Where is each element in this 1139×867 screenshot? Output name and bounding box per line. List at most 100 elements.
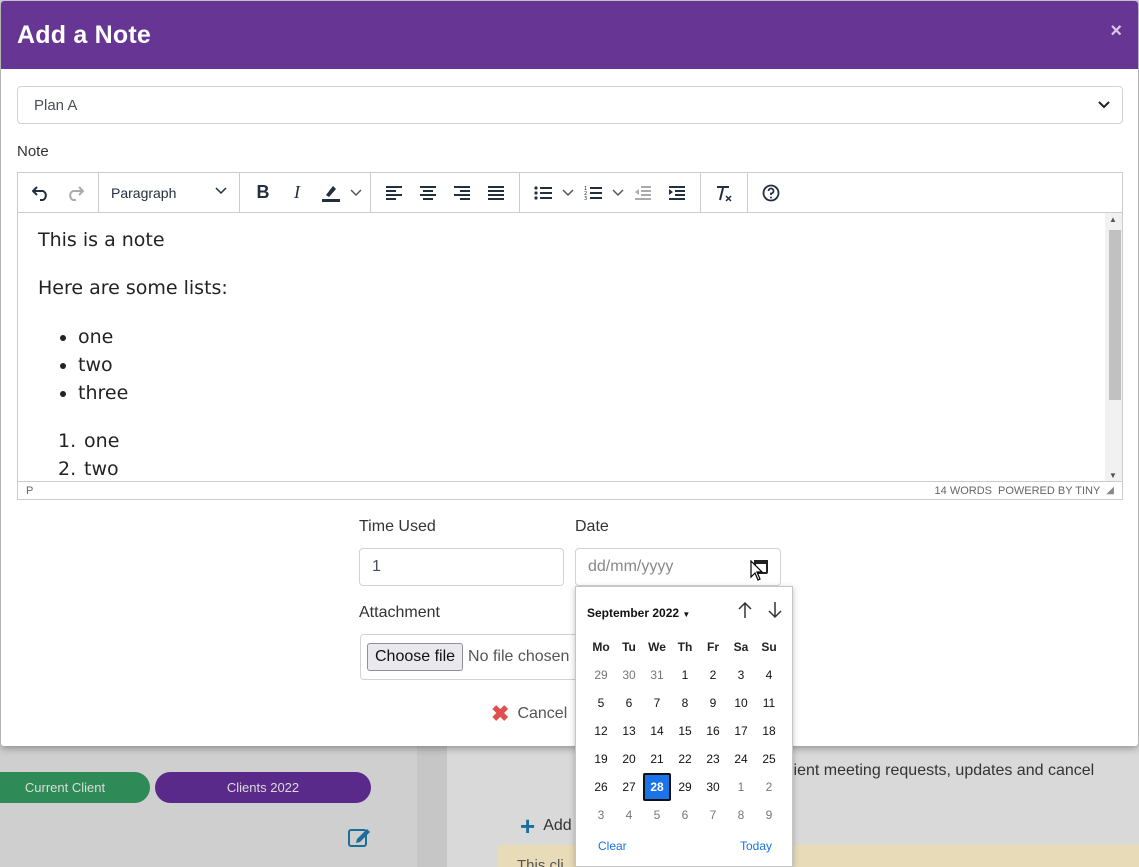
clear-button[interactable]: Clear bbox=[598, 839, 627, 853]
help-icon[interactable] bbox=[754, 177, 788, 209]
rich-text-editor[interactable]: Paragraph B I 1 2 3 This is a note Here … bbox=[17, 172, 1123, 500]
clients-2022-pill[interactable]: Clients 2022 bbox=[155, 772, 371, 803]
resize-handle-icon[interactable]: ◢ bbox=[1106, 485, 1114, 496]
scroll-up-icon[interactable]: ▲ bbox=[1109, 215, 1117, 224]
alignment-group bbox=[371, 172, 520, 213]
calendar-grid: Mo Tu We Th Fr Sa Su 29 30 31 1 2 3 4 5 6 7 8 9 10 11 12 13 14 1… bbox=[587, 633, 783, 829]
attachment-label: Attachment bbox=[359, 604, 440, 621]
bold-icon[interactable]: B bbox=[246, 177, 280, 209]
list-number: 1. bbox=[58, 430, 77, 452]
calendar-day[interactable]: 4 bbox=[615, 801, 643, 829]
choose-file-button[interactable]: Choose file bbox=[367, 643, 464, 671]
calendar-day[interactable]: 14 bbox=[643, 717, 671, 745]
calendar-day[interactable]: 10 bbox=[727, 689, 755, 717]
calendar-day[interactable]: 5 bbox=[587, 689, 615, 717]
redo-icon[interactable] bbox=[58, 177, 92, 209]
calendar-day[interactable]: 16 bbox=[699, 717, 727, 745]
editor-content[interactable]: This is a note Here are some lists: one … bbox=[18, 213, 1106, 482]
calendar-day[interactable]: 3 bbox=[587, 801, 615, 829]
date-placeholder: dd/mm/yyyy bbox=[588, 558, 674, 575]
weekday-header: Th bbox=[677, 640, 693, 654]
numbered-list-icon[interactable]: 123 bbox=[576, 177, 610, 209]
chevron-down-icon[interactable] bbox=[348, 177, 364, 209]
align-left-icon[interactable] bbox=[377, 177, 411, 209]
italic-icon[interactable]: I bbox=[280, 177, 314, 209]
calendar-day[interactable]: 13 bbox=[615, 717, 643, 745]
calendar-day[interactable]: 8 bbox=[727, 801, 755, 829]
arrow-up-icon[interactable] bbox=[737, 601, 753, 624]
outdent-icon[interactable] bbox=[626, 177, 660, 209]
today-button[interactable]: Today bbox=[740, 839, 772, 853]
arrow-down-icon[interactable] bbox=[767, 601, 783, 624]
scrollbar-thumb[interactable] bbox=[1109, 230, 1121, 400]
current-client-pill[interactable]: Current Client bbox=[0, 772, 150, 803]
calendar-day[interactable]: 29 bbox=[671, 773, 699, 801]
calendar-day[interactable]: 18 bbox=[755, 717, 783, 745]
calendar-day[interactable]: 23 bbox=[699, 745, 727, 773]
calendar-day[interactable]: 15 bbox=[671, 717, 699, 745]
time-used-input[interactable]: 1 bbox=[359, 548, 564, 586]
calendar-day[interactable]: 25 bbox=[755, 745, 783, 773]
calendar-day[interactable]: 7 bbox=[699, 801, 727, 829]
align-right-icon[interactable] bbox=[445, 177, 479, 209]
attachment-file-input[interactable]: Choose file No file chosen bbox=[360, 634, 590, 680]
calendar-day[interactable]: 30 bbox=[699, 773, 727, 801]
calendar-day[interactable]: 30 bbox=[615, 661, 643, 689]
plan-select-value: Plan A bbox=[34, 96, 78, 114]
calendar-day[interactable]: 9 bbox=[699, 689, 727, 717]
calendar-day[interactable]: 2 bbox=[699, 661, 727, 689]
calendar-day[interactable]: 19 bbox=[587, 745, 615, 773]
calendar-day[interactable]: 2 bbox=[755, 773, 783, 801]
calendar-day[interactable]: 8 bbox=[671, 689, 699, 717]
background-add-button[interactable]: + Add bbox=[520, 813, 572, 839]
calendar-day[interactable]: 11 bbox=[755, 689, 783, 717]
list-item: 1. one bbox=[58, 427, 1086, 455]
block-format-select[interactable]: Paragraph bbox=[105, 177, 233, 209]
calendar-day[interactable]: 31 bbox=[643, 661, 671, 689]
clear-format-group bbox=[701, 172, 748, 213]
date-label: Date bbox=[575, 518, 609, 535]
bullet-list-icon[interactable] bbox=[526, 177, 560, 209]
calendar-day[interactable]: 17 bbox=[727, 717, 755, 745]
highlight-icon[interactable] bbox=[314, 177, 348, 209]
powered-by-link[interactable]: POWERED BY TINY bbox=[998, 485, 1100, 497]
calendar-day[interactable]: 6 bbox=[615, 689, 643, 717]
align-justify-icon[interactable] bbox=[479, 177, 513, 209]
calendar-day[interactable]: 5 bbox=[643, 801, 671, 829]
calendar-day[interactable]: 9 bbox=[755, 801, 783, 829]
undo-icon[interactable] bbox=[24, 177, 58, 209]
close-icon[interactable]: × bbox=[1110, 20, 1122, 43]
edit-icon[interactable] bbox=[348, 826, 372, 848]
help-group bbox=[748, 173, 794, 213]
calendar-day-selected[interactable]: 28 bbox=[643, 773, 671, 801]
calendar-day[interactable]: 26 bbox=[587, 773, 615, 801]
month-year-selector[interactable]: September 2022 ▼ bbox=[587, 606, 690, 620]
element-path[interactable]: P bbox=[26, 485, 33, 497]
calendar-day[interactable]: 1 bbox=[727, 773, 755, 801]
align-center-icon[interactable] bbox=[411, 177, 445, 209]
cancel-button[interactable]: ✖ Cancel bbox=[491, 703, 567, 725]
word-count[interactable]: 14 WORDS bbox=[935, 485, 992, 497]
calendar-day[interactable]: 4 bbox=[755, 661, 783, 689]
indent-icon[interactable] bbox=[660, 177, 694, 209]
calendar-day[interactable]: 7 bbox=[643, 689, 671, 717]
editor-statusbar: P 14 WORDS POWERED BY TINY ◢ bbox=[18, 481, 1122, 499]
scroll-down-icon[interactable]: ▼ bbox=[1109, 471, 1117, 480]
calendar-day[interactable]: 24 bbox=[727, 745, 755, 773]
chevron-down-icon[interactable] bbox=[560, 177, 576, 209]
calendar-day[interactable]: 21 bbox=[643, 745, 671, 773]
list-item: one bbox=[78, 323, 1086, 351]
calendar-day[interactable]: 29 bbox=[587, 661, 615, 689]
editor-scrollbar[interactable]: ▲ ▼ bbox=[1105, 213, 1122, 482]
calendar-day[interactable]: 1 bbox=[671, 661, 699, 689]
calendar-day[interactable]: 27 bbox=[615, 773, 643, 801]
calendar-day[interactable]: 20 bbox=[615, 745, 643, 773]
clear-formatting-icon[interactable] bbox=[707, 177, 741, 209]
plan-select[interactable]: Plan A bbox=[17, 86, 1123, 124]
calendar-day[interactable]: 3 bbox=[727, 661, 755, 689]
chevron-down-icon[interactable] bbox=[610, 177, 626, 209]
calendar-day[interactable]: 12 bbox=[587, 717, 615, 745]
background-alert-text: This cli bbox=[517, 857, 564, 867]
calendar-day[interactable]: 6 bbox=[671, 801, 699, 829]
calendar-day[interactable]: 22 bbox=[671, 745, 699, 773]
